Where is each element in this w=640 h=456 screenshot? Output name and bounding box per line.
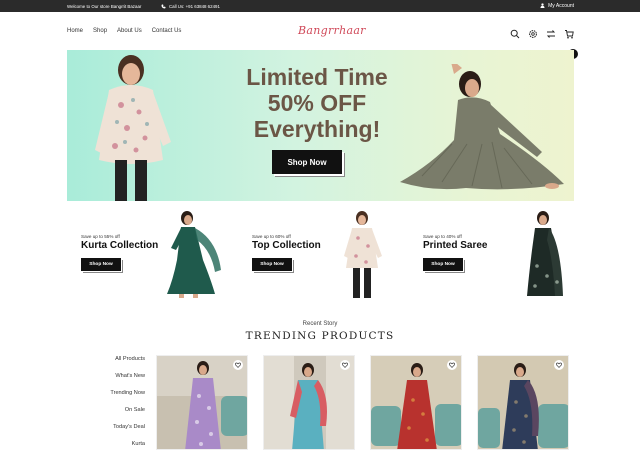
promo-shop-now-button[interactable]: Shop Now	[423, 258, 463, 271]
promo-kurta-collection[interactable]: Save up to 55% off Kurta Collection Shop…	[67, 210, 227, 300]
search-icon[interactable]	[510, 26, 520, 39]
promo-kurta-model-image	[167, 211, 221, 298]
nav-shop[interactable]: Shop	[93, 28, 107, 34]
compare-icon[interactable]	[546, 26, 556, 38]
call-text: Call Us: +91 63848 62491	[169, 3, 220, 9]
hero-model-left-image	[95, 55, 171, 201]
hero-banner[interactable]: Limited Time 50% OFF Everything! Shop No…	[67, 50, 574, 201]
nav-home[interactable]: Home	[67, 28, 83, 34]
hero-headline-line-3: Everything!	[253, 116, 381, 142]
phone-icon	[161, 4, 166, 8]
promo-save-text: Save up to 40% off	[423, 234, 462, 239]
category-list: All Products What's New Trending Now On …	[110, 354, 145, 456]
hero-headline: Limited Time 50% OFF Everything!	[217, 64, 417, 142]
product-card-2[interactable]	[263, 355, 355, 450]
category-todays-deal[interactable]: Today's Deal	[110, 422, 145, 439]
category-trending-now[interactable]: Trending Now	[110, 388, 145, 405]
product-image	[478, 356, 568, 449]
call-info[interactable]: Call Us: +91 63848 62491	[161, 4, 220, 9]
wishlist-heart-icon[interactable]	[447, 360, 457, 370]
promo-save-text: Save up to 55% off	[81, 234, 120, 239]
nav-contact-us[interactable]: Contact Us	[152, 28, 182, 34]
my-account-label: My Account	[548, 2, 574, 9]
settings-icon[interactable]	[528, 26, 538, 38]
nav-about-us[interactable]: About Us	[117, 28, 142, 34]
category-kurta[interactable]: Kurta	[110, 439, 145, 456]
promo-title: Printed Saree	[423, 240, 488, 251]
promo-shop-now-button[interactable]: Shop Now	[252, 258, 292, 271]
top-bar: Welcome to Our store Bangrrit Bazaar Cal…	[0, 0, 640, 12]
promo-title: Top Collection	[252, 240, 321, 251]
site-logo[interactable]: Bangrrhaar	[298, 24, 366, 37]
trending-title: TRENDING PRODUCTS	[245, 330, 395, 342]
promo-saree-model-image	[527, 211, 563, 296]
product-image	[371, 356, 461, 449]
promo-save-text: Save up to 60% off	[252, 234, 291, 239]
trending-subtitle: Recent Story	[302, 321, 338, 327]
wishlist-heart-icon[interactable]	[233, 360, 243, 370]
promo-top-collection[interactable]: Save up to 60% off Top Collection Shop N…	[238, 210, 398, 300]
product-image	[157, 356, 247, 449]
hero-shop-now-button[interactable]: Shop Now	[272, 150, 342, 174]
product-card-3[interactable]	[370, 355, 462, 450]
promo-title: Kurta Collection	[81, 240, 159, 251]
hero-headline-line-1: Limited Time	[246, 64, 388, 90]
welcome-text: Welcome to Our store Bangrrit Bazaar	[67, 3, 142, 9]
nav-links: Home Shop About Us Contact Us	[67, 28, 181, 34]
product-card-4[interactable]	[477, 355, 569, 450]
wishlist-heart-icon[interactable]	[340, 360, 350, 370]
product-image	[264, 356, 354, 449]
hero-model-right-image	[400, 64, 564, 190]
user-icon	[540, 3, 545, 8]
product-card-1[interactable]	[156, 355, 248, 450]
hero-headline-line-2: 50% OFF	[267, 90, 367, 116]
category-on-sale[interactable]: On Sale	[110, 405, 145, 422]
nav-icons: 0	[510, 26, 578, 59]
promo-top-model-image	[344, 211, 382, 298]
promo-shop-now-button[interactable]: Shop Now	[81, 258, 121, 271]
cart-icon[interactable]: 0	[564, 26, 578, 59]
main-nav: Home Shop About Us Contact Us Bangrrhaar…	[0, 12, 640, 59]
promo-printed-saree[interactable]: Save up to 40% off Printed Saree Shop No…	[409, 210, 569, 300]
wishlist-heart-icon[interactable]	[554, 360, 564, 370]
category-all-products[interactable]: All Products	[110, 354, 145, 371]
my-account-link[interactable]: My Account	[540, 3, 574, 9]
category-whats-new[interactable]: What's New	[110, 371, 145, 388]
